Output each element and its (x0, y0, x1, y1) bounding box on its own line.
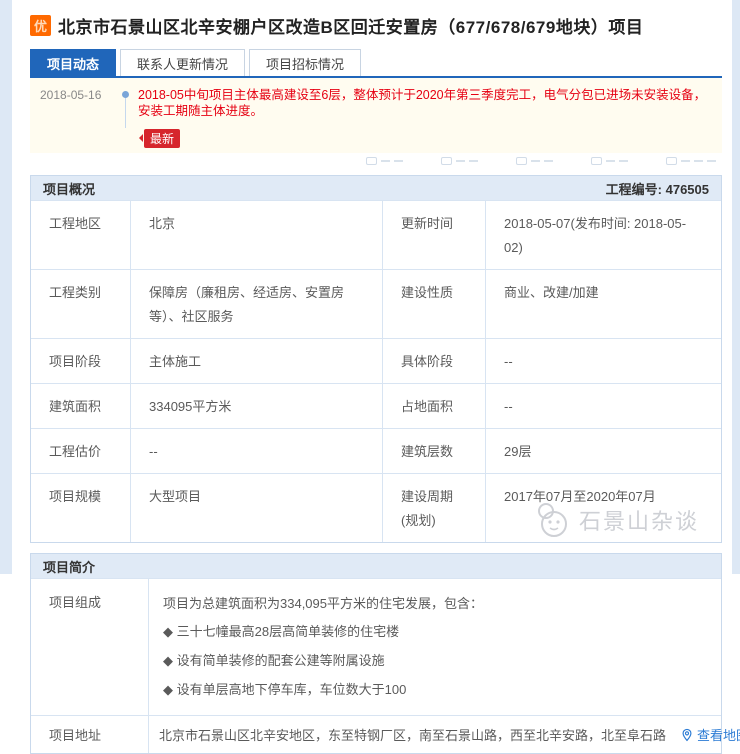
timeline-dot-icon (122, 91, 129, 98)
row-value: -- (485, 339, 721, 383)
row-label: 建设周期(规划) (382, 474, 485, 542)
tab-project-bidding[interactable]: 项目招标情况 (249, 49, 361, 76)
faded-share-icon (366, 155, 403, 167)
row-label: 具体阶段 (382, 339, 485, 383)
row-label: 占地面积 (382, 384, 485, 428)
map-pin-icon (680, 728, 694, 742)
row-label: 建筑面积 (31, 384, 130, 428)
row-value: 保障房（廉租房、经适房、安置房等）、社区服务 (130, 270, 382, 338)
composition-bullet: ◆ 设有单层高地下停车库，车位数大于100 (163, 675, 707, 704)
page-right-margin-strip (732, 0, 740, 574)
table-row: 工程地区 北京 更新时间 2018-05-07(发布时间: 2018-05-02… (31, 200, 721, 269)
project-code-value: 476505 (666, 182, 709, 197)
faded-share-icon (516, 155, 553, 167)
table-row: 工程类别 保障房（廉租房、经适房、安置房等）、社区服务 建设性质 商业、改建/加… (31, 269, 721, 338)
table-row: 项目阶段 主体施工 具体阶段 -- (31, 338, 721, 383)
tab-bar: 项目动态 联系人更新情况 项目招标情况 (30, 49, 722, 76)
composition-label: 项目组成 (31, 579, 148, 715)
composition-bullet: ◆ 设有简单装修的配套公建等附属设施 (163, 646, 707, 675)
row-label: 更新时间 (382, 201, 485, 269)
row-label: 工程地区 (31, 201, 130, 269)
timeline (112, 87, 138, 128)
intro-header: 项目简介 (31, 554, 721, 578)
intro-header-title: 项目简介 (43, 557, 95, 576)
timeline-line (125, 98, 126, 128)
page-title: 北京市石景山区北辛安棚户区改造B区回迁安置房（677/678/679地块）项目 (58, 13, 643, 38)
row-value: 北京 (130, 201, 382, 269)
row-label: 工程类别 (31, 270, 130, 338)
composition-bullet: ◆ 三十七幢最高28层高简单装修的住宅楼 (163, 617, 707, 646)
row-label: 建设性质 (382, 270, 485, 338)
faded-share-icon (441, 155, 478, 167)
row-value: 商业、改建/加建 (485, 270, 721, 338)
project-overview-table: 项目概况 工程编号: 476505 工程地区 北京 更新时间 2018-05-0… (30, 175, 722, 543)
faded-share-icon (591, 155, 628, 167)
row-label: 项目规模 (31, 474, 130, 542)
row-value: 334095平方米 (130, 384, 382, 428)
view-map-label: 查看地图 (697, 725, 740, 744)
quality-badge: 优 (30, 15, 51, 36)
tab-contact-updates[interactable]: 联系人更新情况 (120, 49, 245, 76)
view-map-link[interactable]: 查看地图 (680, 725, 740, 744)
composition-intro-line: 项目为总建筑面积为334,095平方米的住宅发展，包含： (163, 590, 707, 617)
main-content: 优 北京市石景山区北辛安棚户区改造B区回迁安置房（677/678/679地块）项… (30, 0, 722, 754)
address-content: 北京市石景山区北辛安地区，东至特钢厂区，南至石景山路，西至北辛安路，北至阜石路 … (148, 716, 740, 753)
tab-project-dynamics[interactable]: 项目动态 (30, 49, 116, 76)
composition-content: 项目为总建筑面积为334,095平方米的住宅发展，包含： ◆ 三十七幢最高28层… (148, 579, 721, 715)
address-row: 项目地址 北京市石景山区北辛安地区，东至特钢厂区，南至石景山路，西至北辛安路，北… (31, 715, 721, 753)
table-row: 建筑面积 334095平方米 占地面积 -- (31, 383, 721, 428)
title-row: 优 北京市石景山区北辛安棚户区改造B区回迁安置房（677/678/679地块）项… (30, 10, 722, 40)
faded-share-icon (666, 155, 716, 167)
row-label: 项目阶段 (31, 339, 130, 383)
project-intro-table: 项目简介 项目组成 项目为总建筑面积为334,095平方米的住宅发展，包含： ◆… (30, 553, 722, 754)
row-value: -- (485, 384, 721, 428)
table-row: 工程估价 -- 建筑层数 29层 (31, 428, 721, 473)
project-code-label: 工程编号: (606, 182, 662, 197)
faded-share-toolbar (30, 155, 722, 167)
row-value: 大型项目 (130, 474, 382, 542)
row-label: 建筑层数 (382, 429, 485, 473)
latest-notice-panel: 2018-05-16 2018-05中旬项目主体最高建设至6层，整体预计于202… (30, 78, 722, 153)
notice-text: 2018-05中旬项目主体最高建设至6层，整体预计于2020年第三季度完工，电气… (138, 87, 712, 119)
row-value: -- (130, 429, 382, 473)
notice-date: 2018-05-16 (40, 87, 112, 102)
address-text: 北京市石景山区北辛安地区，东至特钢厂区，南至石景山路，西至北辛安路，北至阜石路 (159, 725, 666, 744)
row-value: 主体施工 (130, 339, 382, 383)
project-code: 工程编号: 476505 (606, 179, 709, 198)
overview-header-title: 项目概况 (43, 179, 95, 198)
composition-row: 项目组成 项目为总建筑面积为334,095平方米的住宅发展，包含： ◆ 三十七幢… (31, 578, 721, 715)
page-left-margin-strip (0, 0, 12, 574)
address-label: 项目地址 (31, 716, 148, 753)
row-value: 2017年07月至2020年07月 (485, 474, 721, 542)
table-row: 项目规模 大型项目 建设周期(规划) 2017年07月至2020年07月 (31, 473, 721, 542)
overview-header: 项目概况 工程编号: 476505 (31, 176, 721, 200)
row-label: 工程估价 (31, 429, 130, 473)
row-value: 29层 (485, 429, 721, 473)
row-value: 2018-05-07(发布时间: 2018-05-02) (485, 201, 721, 269)
new-badge: 最新 (144, 129, 180, 148)
